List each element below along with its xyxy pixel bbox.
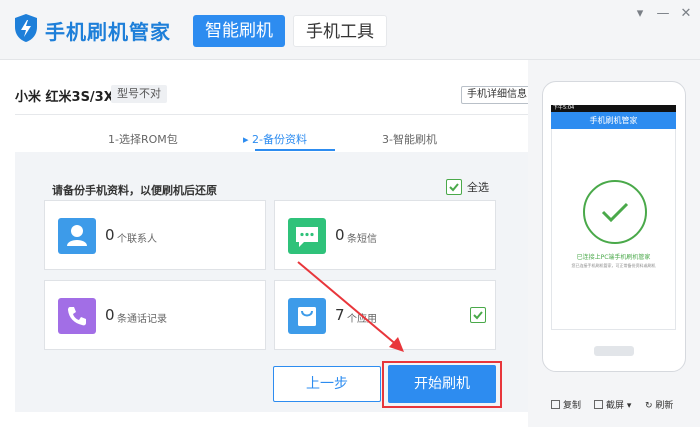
sms-icon (288, 218, 326, 254)
contacts-label: 个联系人 (117, 234, 157, 245)
screenshot-icon (594, 400, 603, 409)
checkmark-icon (473, 311, 483, 320)
apps-checkbox[interactable] (470, 307, 486, 323)
step-smart-flash[interactable]: 3-智能刷机 (382, 131, 437, 147)
app-title: 手机刷机管家 (45, 20, 171, 44)
previous-step-button[interactable]: 上一步 (273, 366, 381, 402)
sms-count: 0 (335, 226, 345, 244)
shield-logo-icon (15, 14, 37, 42)
minimize-icon[interactable]: — (656, 6, 670, 21)
phone-icon (58, 298, 96, 334)
phone-details-button[interactable]: 手机详细信息 (461, 86, 533, 104)
phone-home-button (594, 346, 634, 356)
select-all-checkbox[interactable] (446, 179, 462, 195)
backup-item-call-logs[interactable]: 0 条通话记录 (44, 280, 266, 350)
tab-smart-flash[interactable]: 智能刷机 (193, 15, 285, 47)
screenshot-label: 截屏 (606, 401, 625, 411)
connected-check-icon (583, 180, 647, 244)
call-logs-label: 条通话记录 (117, 314, 167, 325)
divider (15, 114, 528, 115)
title-bar: 手机刷机管家 智能刷机 手机工具 ▾ — ✕ (0, 0, 700, 60)
backup-item-contacts[interactable]: 0 个联系人 (44, 200, 266, 270)
phone-status-time: 下午5:04 (553, 105, 575, 111)
menu-dropdown-icon[interactable]: ▾ (633, 6, 647, 21)
highlight-box (382, 361, 502, 408)
sms-label: 条短信 (347, 234, 377, 245)
select-all-label: 全选 (467, 181, 489, 194)
refresh-button[interactable]: ↻ 刷新 (645, 398, 673, 411)
model-wrong-badge[interactable]: 型号不对 (111, 85, 167, 103)
phone-connected-subtext: 您已连接手机刷机管家，可正常备份资料或刷机 (571, 263, 656, 268)
copy-label: 复制 (563, 401, 582, 411)
backup-title: 请备份手机资料，以便刷机后还原 (52, 184, 217, 197)
backup-item-sms[interactable]: 0 条短信 (274, 200, 496, 270)
close-icon[interactable]: ✕ (679, 6, 693, 21)
screenshot-button[interactable]: 截屏 ▾ (594, 398, 631, 411)
active-step-underline (255, 149, 335, 151)
contact-icon (58, 218, 96, 254)
step-indicator: 1-选择ROM包 ▸ 2-备份资料 3-智能刷机 (15, 125, 528, 151)
step-backup[interactable]: ▸ 2-备份资料 (243, 131, 307, 147)
phone-connected-message: 已连接上PC端手机刷机管家 (576, 254, 651, 261)
checkmark-icon (449, 183, 459, 192)
device-name: 小米 红米3S/3X (15, 90, 114, 105)
refresh-label: 刷新 (655, 401, 674, 411)
step-select-rom[interactable]: 1-选择ROM包 (108, 131, 178, 147)
apps-count: 7 (335, 306, 345, 324)
backup-item-apps[interactable]: 7 个应用 (274, 280, 496, 350)
contacts-count: 0 (105, 226, 115, 244)
phone-app-header: 手机刷机管家 (551, 112, 676, 129)
call-logs-count: 0 (105, 306, 115, 324)
copy-icon (551, 400, 560, 409)
app-bag-icon (288, 298, 326, 334)
refresh-icon: ↻ (645, 401, 653, 411)
tab-phone-tools[interactable]: 手机工具 (293, 15, 387, 47)
copy-button[interactable]: 复制 (551, 398, 581, 411)
apps-label: 个应用 (347, 314, 377, 325)
